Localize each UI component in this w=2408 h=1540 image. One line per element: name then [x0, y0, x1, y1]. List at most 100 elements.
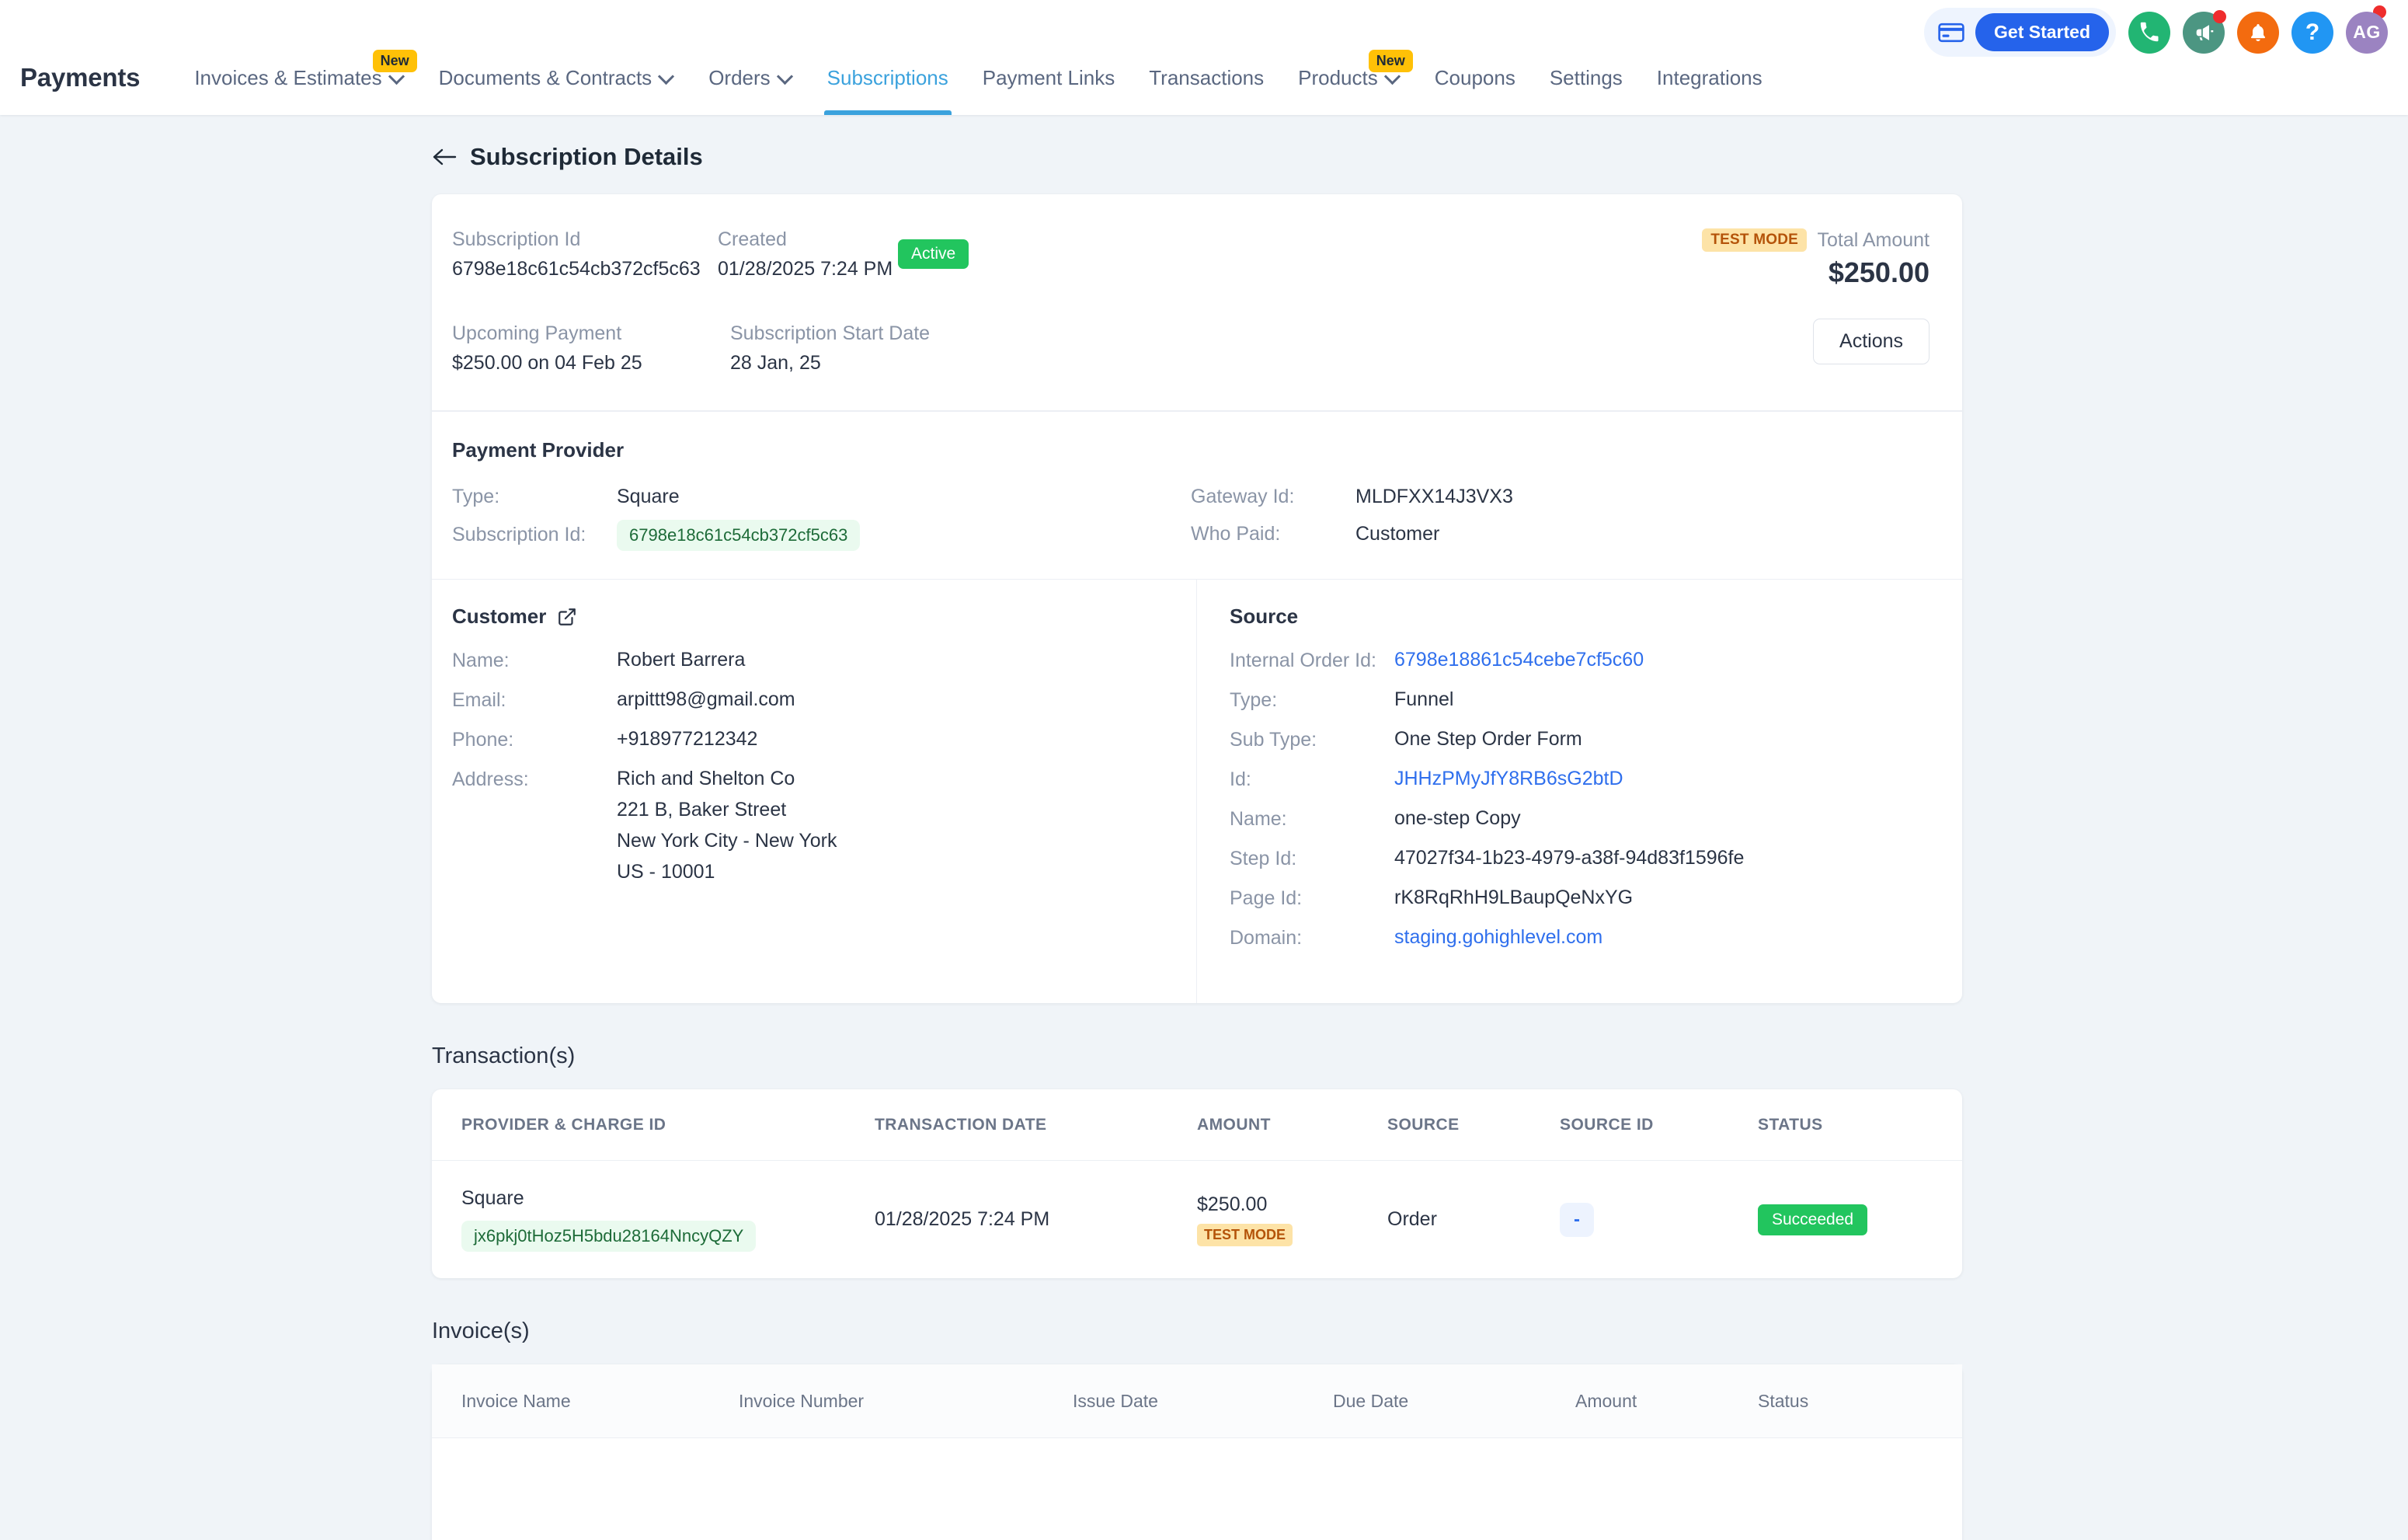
cell-provider-charge-id: Square jx6pkj0tHoz5H5bdu28164NncyQZY: [432, 1161, 875, 1279]
total-amount-value: $250.00: [1702, 256, 1930, 289]
source-page-id-row: Page Id: rK8RqRhH9LBaupQeNxYG: [1230, 887, 1930, 910]
summary-top: TEST MODE Total Amount $250.00 Actions S…: [432, 194, 1962, 410]
nav-item-transactions[interactable]: Transactions: [1132, 40, 1281, 115]
summary-right: TEST MODE Total Amount $250.00 Actions: [1702, 228, 1930, 364]
customer-phone-label: Phone:: [452, 728, 617, 751]
content-wrap: TEST MODE Total Amount $250.00 Actions S…: [432, 194, 1962, 1540]
source-step-id-label: Step Id:: [1230, 847, 1394, 870]
source-step-id-value: 47027f34-1b23-4979-a38f-94d83f1596fe: [1394, 847, 1744, 869]
back-arrow-icon[interactable]: [432, 146, 457, 168]
payment-provider-right: Gateway Id: MLDFXX14J3VX3 Who Paid: Cust…: [1191, 483, 1930, 551]
provider-subscription-id-chip[interactable]: 6798e18c61c54cb372cf5c63: [617, 520, 860, 551]
column-header-status: STATUS: [1758, 1089, 1962, 1161]
total-amount-label: Total Amount: [1817, 229, 1930, 252]
nav-item-subscriptions[interactable]: Subscriptions: [810, 40, 966, 115]
new-badge: New: [1369, 50, 1413, 72]
internal-order-id-link[interactable]: 6798e18861c54cebe7cf5c60: [1394, 649, 1644, 671]
source-name-row: Name: one-step Copy: [1230, 807, 1930, 831]
transaction-test-mode-badge: TEST MODE: [1197, 1224, 1293, 1246]
internal-order-id-label: Internal Order Id:: [1230, 649, 1394, 672]
card-icon: [1938, 23, 1964, 43]
source-subtype-label: Sub Type:: [1230, 728, 1394, 751]
transaction-amount: $250.00: [1197, 1193, 1387, 1216]
invoices-card: Invoice Name Invoice Number Issue Date D…: [432, 1364, 1962, 1540]
source-id-link[interactable]: JHHzPMyJfY8RB6sG2btD: [1394, 768, 1623, 790]
column-header-amount: Amount: [1575, 1364, 1758, 1437]
customer-header: Customer: [452, 605, 1164, 629]
upcoming-payment-field: Upcoming Payment $250.00 on 04 Feb 25: [452, 322, 726, 375]
start-date-field: Subscription Start Date 28 Jan, 25: [730, 322, 930, 375]
source-name-label: Name:: [1230, 807, 1394, 831]
created-field: Created 01/28/2025 7:24 PM: [718, 228, 865, 280]
nav-row: Payments Invoices & Estimates New Docume…: [0, 40, 2408, 115]
provider-type-value: Square: [617, 486, 680, 508]
source-name-value: one-step Copy: [1394, 807, 1521, 830]
internal-order-id-row: Internal Order Id: 6798e18861c54cebe7cf5…: [1230, 649, 1930, 672]
transactions-card: PROVIDER & CHARGE ID TRANSACTION DATE AM…: [432, 1089, 1962, 1278]
invoices-table: Invoice Name Invoice Number Issue Date D…: [432, 1364, 1962, 1437]
external-link-icon[interactable]: [557, 607, 577, 627]
address-line: US - 10001: [617, 861, 837, 883]
source-title: Source: [1230, 605, 1930, 629]
source-page-id-label: Page Id:: [1230, 887, 1394, 910]
source-page-id-value: rK8RqRhH9LBaupQeNxYG: [1394, 887, 1633, 909]
nav-label: Subscriptions: [827, 40, 948, 115]
transaction-charge-id-chip[interactable]: jx6pkj0tHoz5H5bdu28164NncyQZY: [461, 1221, 756, 1252]
source-domain-link[interactable]: staging.gohighlevel.com: [1394, 926, 1602, 949]
created-label: Created: [718, 228, 865, 251]
address-line: New York City - New York: [617, 830, 837, 852]
nav-item-integrations[interactable]: Integrations: [1640, 40, 1780, 115]
cell-source-id: -: [1560, 1161, 1758, 1279]
source-subtype-value: One Step Order Form: [1394, 728, 1582, 751]
nav-item-settings[interactable]: Settings: [1533, 40, 1640, 115]
provider-type-row: Type: Square: [452, 483, 1191, 512]
transaction-provider: Square: [461, 1187, 875, 1210]
nav-label: Invoices & Estimates: [194, 40, 381, 115]
nav-item-products[interactable]: Products New: [1281, 40, 1418, 115]
provider-subscription-id-label: Subscription Id:: [452, 524, 617, 546]
page-header: Subscription Details: [0, 115, 2408, 194]
subscription-summary-card: TEST MODE Total Amount $250.00 Actions S…: [432, 194, 1962, 1003]
gateway-id-label: Gateway Id:: [1191, 486, 1355, 508]
avatar-initials: AG: [2353, 22, 2381, 43]
column-header-invoice-number: Invoice Number: [739, 1364, 1073, 1437]
nav-label: Coupons: [1435, 40, 1515, 115]
nav-label: Integrations: [1657, 40, 1763, 115]
source-id-label: Id:: [1230, 768, 1394, 791]
new-badge: New: [373, 50, 417, 72]
start-date-value: 28 Jan, 25: [730, 352, 930, 375]
cell-transaction-date: 01/28/2025 7:24 PM: [875, 1161, 1197, 1279]
nav-item-coupons[interactable]: Coupons: [1418, 40, 1533, 115]
column-header-invoice-name: Invoice Name: [432, 1364, 739, 1437]
who-paid-row: Who Paid: Customer: [1191, 520, 1930, 549]
nav-item-payment-links[interactable]: Payment Links: [966, 40, 1133, 115]
column-header-provider-charge-id: PROVIDER & CHARGE ID: [432, 1089, 875, 1161]
table-row[interactable]: Square jx6pkj0tHoz5H5bdu28164NncyQZY 01/…: [432, 1161, 1962, 1279]
source-subtype-row: Sub Type: One Step Order Form: [1230, 728, 1930, 751]
source-domain-label: Domain:: [1230, 926, 1394, 949]
nav-label: Documents & Contracts: [439, 40, 652, 115]
actions-button[interactable]: Actions: [1813, 319, 1930, 364]
payment-provider-section: Payment Provider Type: Square Subscripti…: [432, 412, 1962, 579]
cell-amount: $250.00 TEST MODE: [1197, 1161, 1387, 1279]
source-panel: Source Internal Order Id: 6798e18861c54c…: [1197, 580, 1962, 1003]
chevron-down-icon: [659, 68, 674, 84]
nav-label: Payment Links: [983, 40, 1115, 115]
customer-phone-value: +918977212342: [617, 728, 757, 751]
column-header-source: SOURCE: [1387, 1089, 1560, 1161]
upcoming-payment-value: $250.00 on 04 Feb 25: [452, 352, 726, 375]
created-value: 01/28/2025 7:24 PM: [718, 258, 865, 280]
table-header-row: Invoice Name Invoice Number Issue Date D…: [432, 1364, 1962, 1437]
source-type-value: Funnel: [1394, 688, 1453, 711]
nav-item-orders[interactable]: Orders: [691, 40, 809, 115]
nav-item-documents-contracts[interactable]: Documents & Contracts: [422, 40, 692, 115]
source-type-row: Type: Funnel: [1230, 688, 1930, 712]
customer-source-section: Customer Name: Robert Barrera: [432, 580, 1962, 1003]
provider-type-label: Type:: [452, 486, 617, 508]
transactions-table-head: PROVIDER & CHARGE ID TRANSACTION DATE AM…: [432, 1089, 1962, 1161]
nav-label: Settings: [1550, 40, 1623, 115]
nav-item-invoices-estimates[interactable]: Invoices & Estimates New: [177, 40, 421, 115]
subscription-id-field: Subscription Id 6798e18c61c54cb372cf5c63: [452, 228, 713, 280]
customer-name-label: Name:: [452, 649, 617, 672]
test-mode-badge: TEST MODE: [1702, 228, 1807, 252]
